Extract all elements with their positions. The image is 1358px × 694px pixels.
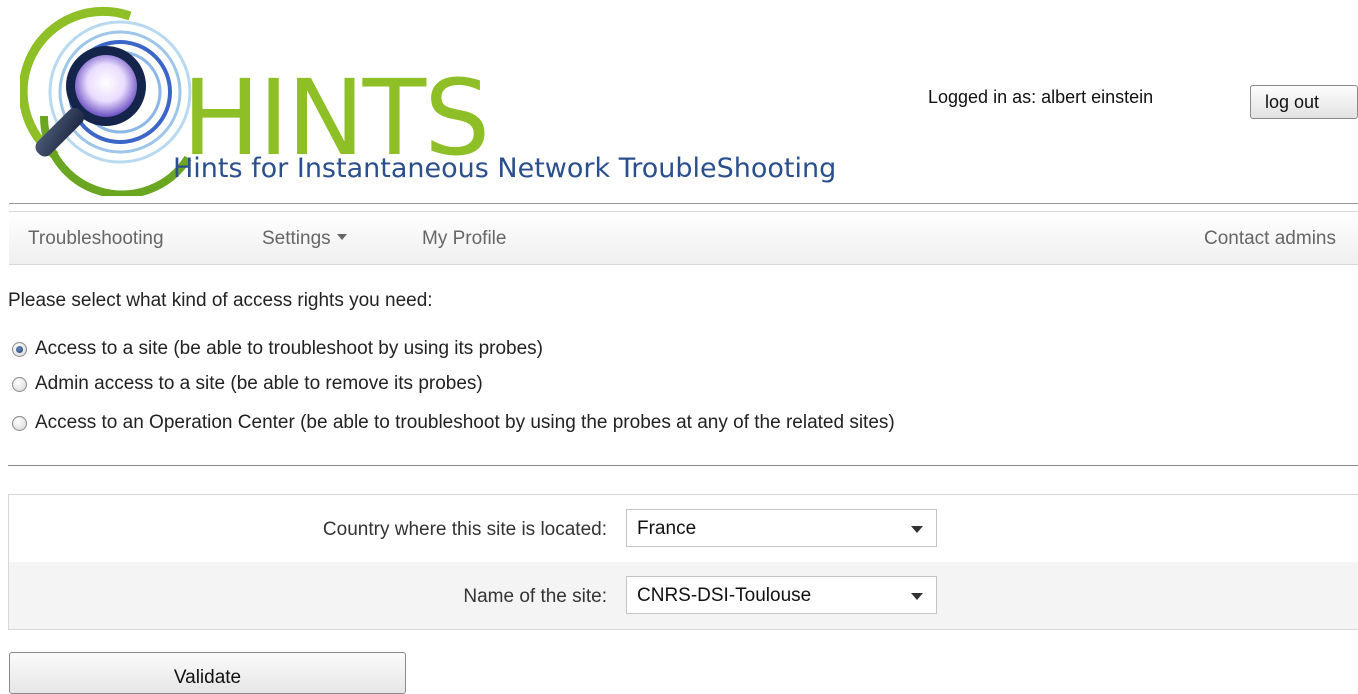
site-name-select[interactable]: CNRS-DSI-Toulouse <box>626 576 937 614</box>
access-option-operation-center-radio[interactable] <box>12 415 27 431</box>
country-select-value: France <box>637 518 697 539</box>
site-form: Country where this site is located: Fran… <box>8 494 1358 630</box>
section-divider <box>8 465 1358 466</box>
dropdown-arrow-icon <box>911 526 923 533</box>
logout-button[interactable]: log out <box>1250 85 1358 119</box>
access-option-site-label: Access to a site (be able to troubleshoo… <box>35 338 543 359</box>
nav-item-contact-admins[interactable]: Contact admins <box>1204 228 1336 250</box>
access-option-operation-center-label: Access to an Operation Center (be able t… <box>35 412 895 433</box>
nav-item-my-profile[interactable]: My Profile <box>422 228 506 250</box>
page-header: HINTS Hints for Instantaneous Network Tr… <box>0 0 1358 200</box>
country-select[interactable]: France <box>626 509 937 547</box>
country-row: Country where this site is located: Fran… <box>9 495 1358 562</box>
logo-tagline: Hints for Instantaneous Network TroubleS… <box>173 153 837 184</box>
access-option-admin[interactable]: Admin access to a site (be able to remov… <box>12 372 483 396</box>
access-option-site-radio[interactable] <box>12 341 27 357</box>
country-label: Country where this site is located: <box>322 519 607 540</box>
logged-in-label: Logged in as: albert einstein <box>928 87 1154 107</box>
access-option-site[interactable]: Access to a site (be able to troubleshoo… <box>12 337 543 361</box>
header-divider <box>9 203 1358 204</box>
site-name-select-value: CNRS-DSI-Toulouse <box>637 585 812 606</box>
nav-item-settings-label: Settings <box>262 228 331 249</box>
access-option-operation-center[interactable]: Access to an Operation Center (be able t… <box>12 411 895 435</box>
access-option-admin-label: Admin access to a site (be able to remov… <box>35 373 483 394</box>
site-name-row: Name of the site: CNRS-DSI-Toulouse <box>9 562 1358 629</box>
main-navbar: Troubleshooting Settings My Profile Cont… <box>9 211 1358 265</box>
validate-button[interactable]: Validate <box>9 652 406 694</box>
dropdown-arrow-icon <box>911 593 923 600</box>
access-prompt: Please select what kind of access rights… <box>8 290 433 311</box>
nav-item-troubleshooting[interactable]: Troubleshooting <box>28 228 164 250</box>
chevron-down-icon <box>336 233 347 240</box>
site-name-label: Name of the site: <box>463 586 607 607</box>
access-option-admin-radio[interactable] <box>12 376 27 392</box>
nav-item-settings[interactable]: Settings <box>262 228 347 250</box>
